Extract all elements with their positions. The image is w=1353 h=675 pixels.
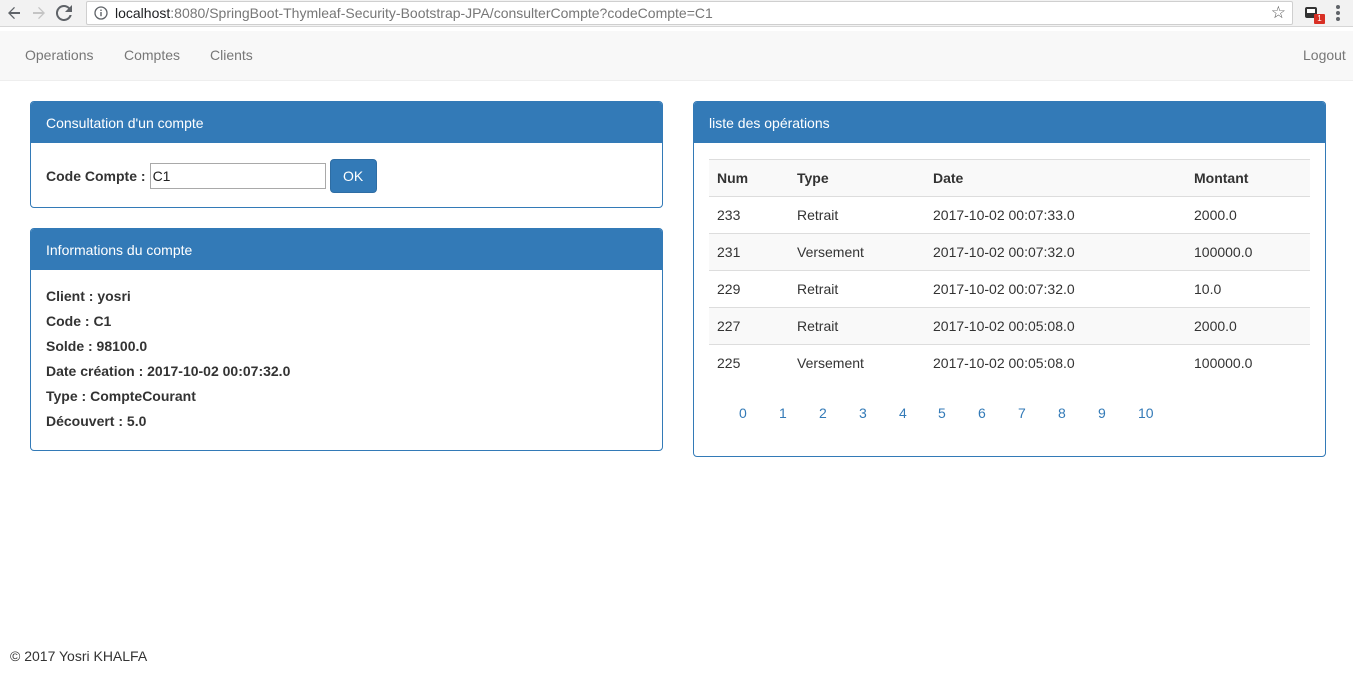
- cell-num: 225: [709, 344, 789, 382]
- code-compte-label: Code Compte :: [46, 168, 146, 184]
- table-row: 231 Versement 2017-10-02 00:07:32.0 1000…: [709, 233, 1310, 271]
- header-num: Num: [709, 159, 789, 197]
- code-compte-input[interactable]: [149, 163, 326, 189]
- page-link-10[interactable]: 10: [1138, 405, 1154, 421]
- cell-date: 2017-10-02 00:07:32.0: [925, 233, 1186, 271]
- page-link-5[interactable]: 5: [938, 405, 946, 421]
- operations-panel: liste des opérations Num Type Date Monta…: [693, 101, 1326, 457]
- url-path: :8080/SpringBoot-Thymleaf-Security-Boots…: [170, 5, 713, 21]
- extension-badge: 1: [1314, 14, 1325, 24]
- header-montant: Montant: [1186, 159, 1310, 197]
- info-icon[interactable]: [91, 3, 111, 23]
- nav-comptes-link[interactable]: Comptes: [124, 47, 180, 63]
- info-code: Code : C1: [46, 313, 112, 329]
- table-row: 225 Versement 2017-10-02 00:05:08.0 1000…: [709, 344, 1310, 382]
- page-link-8[interactable]: 8: [1058, 405, 1066, 421]
- cell-montant: 2000.0: [1186, 307, 1310, 345]
- arrow-right-icon: [33, 7, 45, 19]
- nav-clients-link[interactable]: Clients: [210, 47, 253, 63]
- cell-num: 233: [709, 196, 789, 234]
- cell-date: 2017-10-02 00:05:08.0: [925, 344, 1186, 382]
- cell-type: Retrait: [789, 196, 925, 234]
- cell-date: 2017-10-02 00:07:32.0: [925, 270, 1186, 308]
- table-row: 227 Retrait 2017-10-02 00:05:08.0 2000.0: [709, 307, 1310, 345]
- info-date-creation: Date création : 2017-10-02 00:07:32.0: [46, 363, 291, 379]
- cell-type: Versement: [789, 344, 925, 382]
- address-bar[interactable]: localhost:8080/SpringBoot-Thymleaf-Secur…: [86, 1, 1293, 25]
- cell-montant: 2000.0: [1186, 196, 1310, 234]
- table-header-row: Num Type Date Montant: [709, 159, 1310, 197]
- info-type: Type : CompteCourant: [46, 388, 196, 404]
- consultation-panel: Consultation d'un compte Code Compte : O…: [30, 101, 663, 208]
- page-link-3[interactable]: 3: [859, 405, 867, 421]
- header-type: Type: [789, 159, 925, 197]
- info-solde: Solde : 98100.0: [46, 338, 148, 354]
- cell-date: 2017-10-02 00:07:33.0: [925, 196, 1186, 234]
- table-row: 229 Retrait 2017-10-02 00:07:32.0 10.0: [709, 270, 1310, 308]
- code-compte-form: Code Compte : OK: [46, 158, 647, 193]
- info-client: Client : yosri: [46, 288, 131, 304]
- cell-montant: 100000.0: [1186, 233, 1310, 271]
- cell-montant: 100000.0: [1186, 344, 1310, 382]
- cell-type: Retrait: [789, 307, 925, 345]
- cell-type: Retrait: [789, 270, 925, 308]
- cell-montant: 10.0: [1186, 270, 1310, 308]
- browser-toolbar: localhost:8080/SpringBoot-Thymleaf-Secur…: [0, 0, 1353, 27]
- info-decouvert: Découvert : 5.0: [46, 413, 147, 429]
- operations-panel-title: liste des opérations: [694, 102, 1325, 143]
- url-host: localhost: [115, 5, 171, 21]
- cell-num: 227: [709, 307, 789, 345]
- cell-date: 2017-10-02 00:05:08.0: [925, 307, 1186, 345]
- nav-operations-link[interactable]: Operations: [25, 47, 93, 63]
- reload-icon: [56, 5, 72, 21]
- reload-button[interactable]: [53, 2, 75, 24]
- logout-link[interactable]: Logout: [1303, 47, 1346, 63]
- page-link-6[interactable]: 6: [978, 405, 986, 421]
- page-link-4[interactable]: 4: [899, 405, 907, 421]
- page-link-0[interactable]: 0: [739, 405, 747, 421]
- operations-table: Num Type Date Montant 233 Retrait 2017-1…: [709, 159, 1310, 382]
- cell-num: 229: [709, 270, 789, 308]
- cell-type: Versement: [789, 233, 925, 271]
- forward-button[interactable]: [28, 2, 50, 24]
- star-icon[interactable]: ☆: [1271, 4, 1286, 22]
- pagination: 0 1 2 3 4 5 6 7 8 9 10: [709, 398, 1310, 444]
- back-button[interactable]: [3, 2, 25, 24]
- top-navbar: Operations Comptes Clients Logout: [0, 31, 1353, 81]
- informations-panel-title: Informations du compte: [31, 229, 662, 270]
- browser-menu-icon[interactable]: [1336, 5, 1340, 21]
- header-date: Date: [925, 159, 1186, 197]
- page-link-1[interactable]: 1: [779, 405, 787, 421]
- informations-panel: Informations du compte Client : yosri Co…: [30, 228, 663, 451]
- cell-num: 231: [709, 233, 789, 271]
- table-row: 233 Retrait 2017-10-02 00:07:33.0 2000.0: [709, 196, 1310, 234]
- ok-button[interactable]: OK: [329, 159, 377, 193]
- footer-copyright: © 2017 Yosri KHALFA: [10, 648, 148, 664]
- page-link-7[interactable]: 7: [1018, 405, 1026, 421]
- page-link-2[interactable]: 2: [819, 405, 827, 421]
- page-link-9[interactable]: 9: [1098, 405, 1106, 421]
- arrow-left-icon: [8, 7, 20, 19]
- consultation-panel-title: Consultation d'un compte: [31, 102, 662, 143]
